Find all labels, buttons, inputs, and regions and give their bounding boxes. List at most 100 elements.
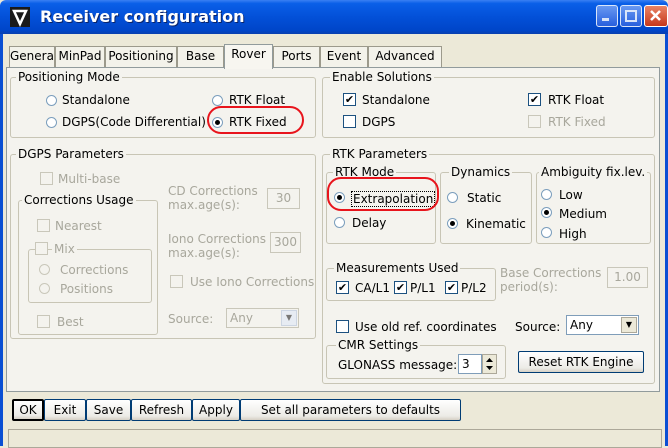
window-border-left bbox=[0, 34, 3, 446]
label-high: High bbox=[559, 227, 587, 241]
checkbox-rtk-float[interactable]: ✔ bbox=[528, 93, 541, 106]
label-corrections: Corrections bbox=[60, 263, 129, 277]
checkbox-use-old-ref[interactable] bbox=[336, 320, 349, 333]
label-glonass-message: GLONASS message: bbox=[338, 358, 458, 372]
label-standalone: Standalone bbox=[62, 93, 130, 107]
tab-base[interactable]: Base bbox=[177, 46, 224, 67]
label-multi-base: Multi-base bbox=[58, 172, 121, 186]
set-defaults-button[interactable]: Set all parameters to defaults bbox=[240, 399, 461, 421]
cd-max-age-field[interactable]: 30 bbox=[267, 188, 300, 209]
rtk-source-value: Any bbox=[570, 318, 593, 332]
dynamics-group bbox=[440, 172, 532, 244]
checkbox-best[interactable] bbox=[37, 315, 50, 328]
radio-delay[interactable] bbox=[334, 217, 345, 228]
radio-static[interactable] bbox=[447, 192, 458, 203]
glonass-spinner[interactable] bbox=[482, 354, 497, 374]
status-bar bbox=[8, 429, 662, 448]
checkbox-standalone[interactable]: ✔ bbox=[343, 93, 356, 106]
radio-rtk-float[interactable] bbox=[212, 95, 223, 106]
label-dgps-source: Source: bbox=[168, 312, 214, 326]
label-cd-max-age: max.age(s): bbox=[168, 198, 240, 212]
reset-rtk-engine-button[interactable]: Reset RTK Engine bbox=[518, 351, 644, 373]
checkbox-p-l2[interactable]: ✔ bbox=[445, 281, 458, 294]
label-enable-rtk-float: RTK Float bbox=[548, 93, 605, 107]
corrections-usage-legend: Corrections Usage bbox=[22, 193, 136, 207]
close-icon bbox=[650, 10, 661, 21]
radio-dgps[interactable] bbox=[46, 117, 57, 128]
highlight-oval-extrapolation bbox=[327, 177, 439, 211]
label-dgps: DGPS(Code Differential) bbox=[62, 115, 206, 129]
label-kinematic: Kinematic bbox=[466, 217, 526, 231]
label-positions: Positions bbox=[60, 282, 113, 296]
save-button[interactable]: Save bbox=[86, 399, 131, 421]
label-delay: Delay bbox=[352, 216, 387, 230]
dgps-source-chevron-down-icon[interactable]: ▼ bbox=[281, 310, 297, 326]
iono-max-age-field[interactable]: 300 bbox=[270, 232, 301, 253]
checkbox-use-iono[interactable] bbox=[170, 275, 183, 288]
rtk-source-chevron-down-icon[interactable]: ▼ bbox=[621, 317, 637, 333]
positioning-mode-legend: Positioning Mode bbox=[16, 70, 122, 84]
label-nearest: Nearest bbox=[55, 219, 102, 233]
checkbox-mix[interactable] bbox=[35, 242, 48, 255]
label-rtk-float: RTK Float bbox=[229, 93, 286, 107]
label-cd-corrections: CD Corrections bbox=[168, 184, 258, 198]
radio-kinematic[interactable] bbox=[447, 218, 458, 229]
tab-minpad[interactable]: MinPad bbox=[55, 46, 105, 67]
maximize-icon bbox=[625, 10, 637, 22]
window-title: Receiver configuration bbox=[40, 7, 245, 26]
label-best: Best bbox=[57, 315, 84, 329]
dgps-source-value: Any bbox=[230, 311, 253, 325]
radio-high[interactable] bbox=[541, 227, 552, 238]
dynamics-legend: Dynamics bbox=[449, 165, 513, 179]
minimize-button[interactable] bbox=[596, 5, 618, 27]
tab-general[interactable]: General bbox=[9, 46, 57, 67]
checkbox-p-l1[interactable]: ✔ bbox=[394, 281, 407, 294]
measurements-legend: Measurements Used bbox=[334, 261, 461, 275]
label-medium: Medium bbox=[559, 207, 607, 221]
refresh-button[interactable]: Refresh bbox=[131, 399, 192, 421]
radio-standalone[interactable] bbox=[46, 95, 57, 106]
highlight-oval-rtk-fixed bbox=[207, 106, 304, 134]
checkbox-nearest[interactable] bbox=[37, 219, 50, 232]
checkbox-rtk-fixed[interactable] bbox=[528, 115, 541, 128]
tab-positioning[interactable]: Positioning bbox=[105, 46, 177, 67]
label-low: Low bbox=[559, 188, 583, 202]
close-button[interactable] bbox=[644, 5, 668, 27]
checkbox-dgps[interactable] bbox=[343, 115, 356, 128]
maximize-button[interactable] bbox=[620, 5, 642, 27]
radio-corrections[interactable] bbox=[39, 264, 50, 275]
checkbox-ca-l1[interactable]: ✔ bbox=[336, 281, 349, 294]
label-base-corrections: Base Corrections bbox=[500, 266, 602, 280]
spinner-arrows-icon bbox=[486, 358, 493, 370]
tab-ports[interactable]: Ports bbox=[273, 46, 320, 67]
label-base-period: period(s): bbox=[500, 280, 558, 294]
radio-low[interactable] bbox=[541, 189, 552, 200]
tab-advanced[interactable]: Advanced bbox=[368, 46, 442, 67]
radio-positions[interactable] bbox=[39, 283, 50, 294]
exit-button[interactable]: Exit bbox=[44, 399, 86, 421]
label-enable-standalone: Standalone bbox=[362, 93, 430, 107]
label-iono-max-age: max.age(s): bbox=[168, 246, 240, 260]
dgps-parameters-legend: DGPS Parameters bbox=[16, 147, 126, 161]
label-enable-dgps: DGPS bbox=[362, 115, 396, 129]
label-p-l2: P/L2 bbox=[461, 281, 487, 295]
cmr-settings-legend: CMR Settings bbox=[336, 338, 421, 352]
tab-event[interactable]: Event bbox=[320, 46, 368, 67]
label-rtk-source: Source: bbox=[515, 320, 561, 334]
label-static: Static bbox=[467, 191, 502, 205]
base-corrections-period-field[interactable]: 1.00 bbox=[607, 267, 648, 288]
radio-medium[interactable] bbox=[541, 207, 552, 218]
checkbox-multi-base[interactable] bbox=[40, 172, 53, 185]
enable-solutions-legend: Enable Solutions bbox=[330, 70, 434, 84]
apply-button[interactable]: Apply bbox=[192, 399, 240, 421]
ok-button[interactable]: OK bbox=[12, 399, 44, 421]
label-mix: Mix bbox=[52, 242, 77, 256]
label-enable-rtk-fixed: RTK Fixed bbox=[548, 115, 606, 129]
rtk-parameters-legend: RTK Parameters bbox=[330, 147, 430, 161]
app-icon bbox=[10, 7, 30, 27]
ambiguity-legend: Ambiguity fix.lev. bbox=[539, 165, 648, 179]
label-iono-corrections: Iono Corrections bbox=[168, 232, 266, 246]
tab-rover[interactable]: Rover bbox=[224, 44, 273, 69]
label-use-iono: Use Iono Corrections bbox=[190, 275, 315, 289]
glonass-message-field[interactable]: 3 bbox=[458, 354, 482, 374]
